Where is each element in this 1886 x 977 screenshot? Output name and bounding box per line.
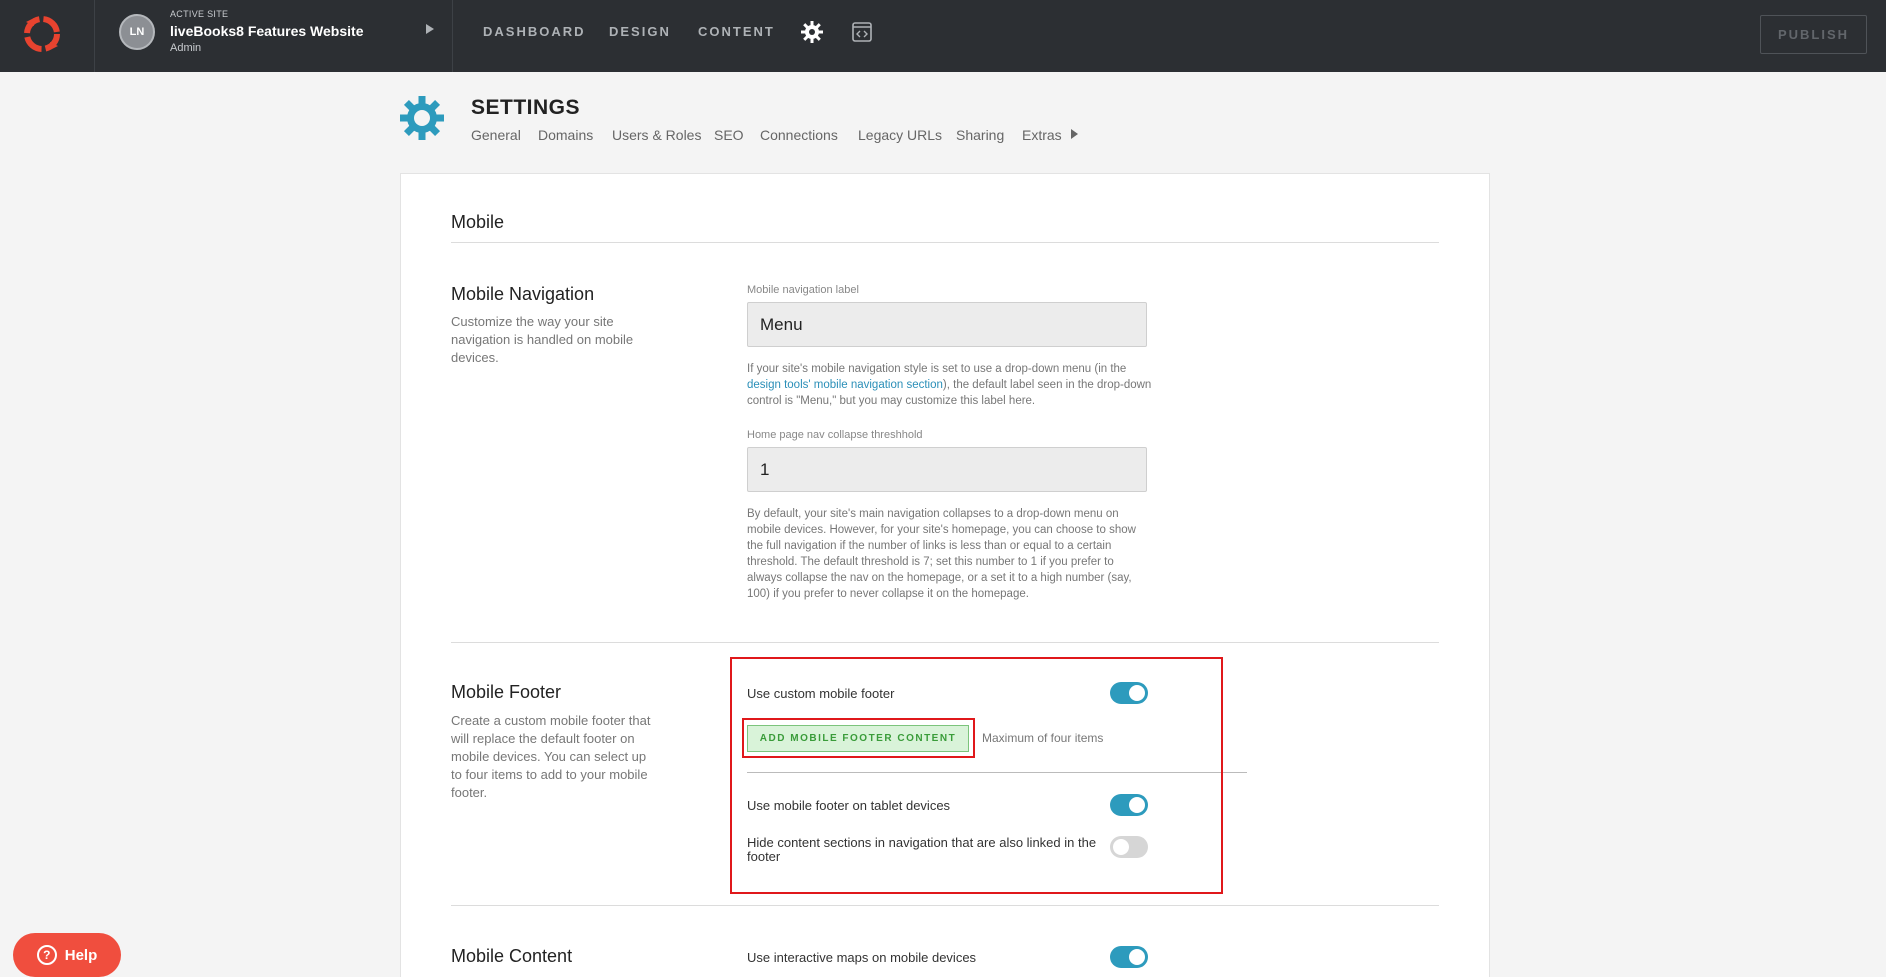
site-switch-arrow-icon[interactable] (426, 24, 434, 34)
publish-button[interactable]: PUBLISH (1760, 15, 1867, 54)
mobile-nav-label-input[interactable]: Menu (747, 302, 1147, 347)
livebooks-logo-icon[interactable] (20, 12, 64, 56)
top-bar: LN ACTIVE SITE liveBooks8 Features Websi… (0, 0, 1886, 72)
nav-content[interactable]: CONTENT (698, 24, 775, 39)
page-title: SETTINGS (471, 96, 581, 119)
divider (451, 905, 1439, 906)
tab-sharing[interactable]: Sharing (956, 127, 1004, 143)
site-name[interactable]: liveBooks8 Features Website (170, 23, 363, 39)
extras-arrow-icon[interactable] (1071, 129, 1078, 139)
tab-connections[interactable]: Connections (760, 127, 838, 143)
question-icon: ? (36, 945, 57, 965)
toggle-knob (1129, 949, 1145, 965)
settings-gear-icon[interactable] (800, 20, 824, 44)
avatar[interactable]: LN (119, 14, 155, 50)
settings-gear-icon (400, 96, 444, 140)
nav-label-field-label: Mobile navigation label (747, 284, 859, 296)
add-button-highlight (742, 718, 975, 758)
tab-general[interactable]: General (471, 127, 521, 143)
divider (452, 0, 453, 72)
divider (451, 242, 1439, 243)
site-role: Admin (170, 42, 202, 54)
help-button[interactable]: ? Help (13, 933, 121, 977)
tab-legacy-urls[interactable]: Legacy URLs (858, 127, 942, 143)
tab-users-roles[interactable]: Users & Roles (612, 127, 701, 143)
threshold-field-label: Home page nav collapse threshhold (747, 429, 923, 441)
tab-domains[interactable]: Domains (538, 127, 593, 143)
mobile-footer-description: Create a custom mobile footer that will … (451, 713, 651, 800)
help-label: Help (64, 946, 98, 964)
tab-seo[interactable]: SEO (714, 127, 744, 143)
mobile-navigation-title: Mobile Navigation (451, 284, 595, 304)
nav-threshold-input[interactable]: 1 (747, 447, 1147, 492)
interactive-maps-label: Use interactive maps on mobile devices (747, 950, 977, 965)
mobile-content-title: Mobile Content (451, 946, 573, 966)
code-editor-icon[interactable] (852, 22, 872, 42)
threshold-help: By default, your site's main navigation … (747, 508, 1136, 600)
nav-label-help: If your site's mobile navigation style i… (747, 363, 1152, 407)
mobile-footer-title: Mobile Footer (451, 682, 562, 702)
interactive-maps-toggle[interactable] (1110, 946, 1148, 968)
divider (94, 0, 95, 72)
footer-options-highlight (730, 657, 1223, 894)
active-site-caption: ACTIVE SITE (170, 9, 229, 19)
mobile-navigation-description: Customize the way your site navigation i… (451, 314, 634, 365)
section-heading: Mobile (451, 212, 505, 232)
tab-extras[interactable]: Extras (1022, 127, 1062, 143)
design-tools-link[interactable]: design tools' mobile navigation section (747, 379, 943, 391)
nav-dashboard[interactable]: DASHBOARD (483, 24, 586, 39)
divider (451, 642, 1439, 643)
nav-design[interactable]: DESIGN (609, 24, 671, 39)
